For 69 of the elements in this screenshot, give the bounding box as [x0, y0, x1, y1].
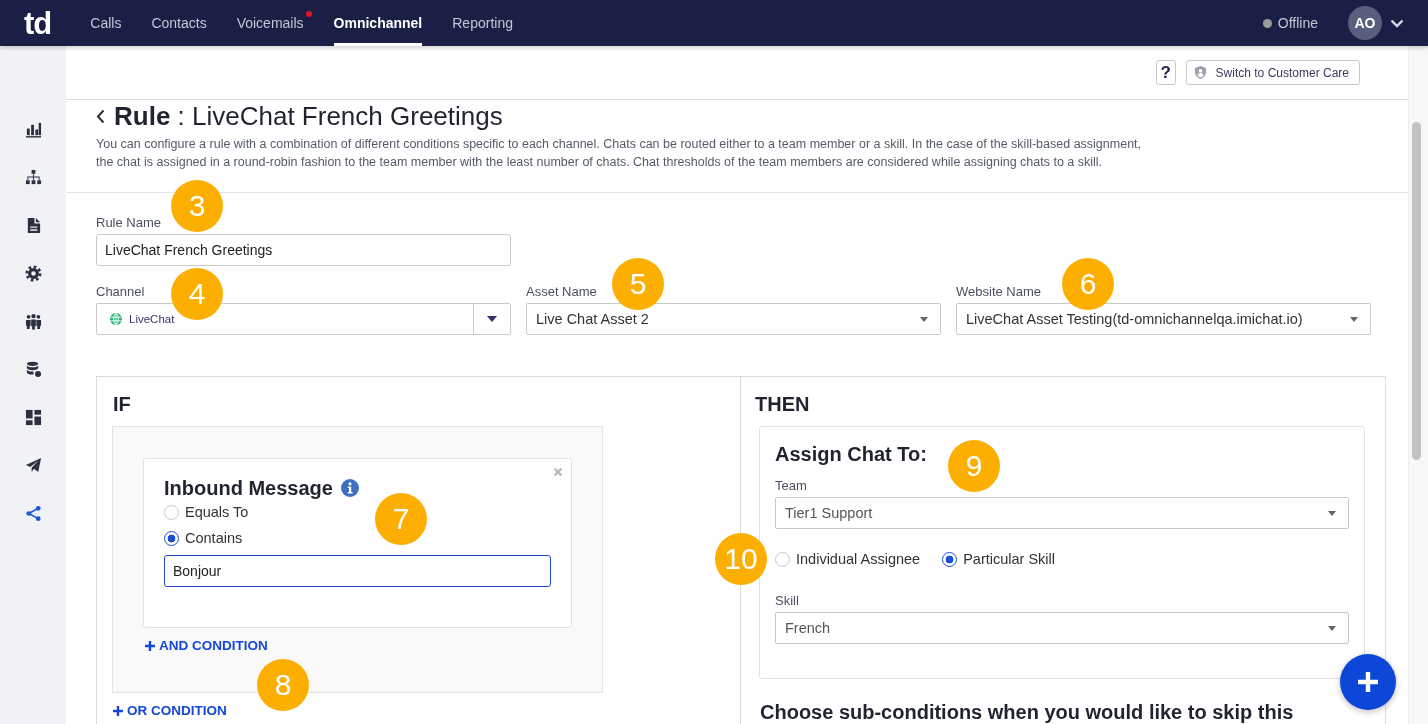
if-heading: IF	[113, 392, 131, 416]
bar-chart-icon[interactable]	[24, 120, 42, 138]
plus-icon	[1358, 672, 1378, 692]
then-heading: THEN	[755, 392, 810, 416]
scrollbar-thumb[interactable]	[1412, 122, 1421, 460]
radio-button[interactable]	[942, 551, 958, 567]
org-chart-icon[interactable]	[24, 168, 42, 186]
page-description: You can configure a rule with a combination of different conditions specific to each channel. Chats can be routed either to a team member or a skill. In the case of the skill-based assignment, the chat is assigned in a round-robin fashion to the team member with the least number of chats. Chat thresholds of the team members are considered while assigning chats to a skill.	[96, 136, 1143, 171]
field-label: Rule Name	[96, 215, 162, 231]
field-label: Website Name	[956, 284, 1041, 300]
nav-tab[interactable]: Voicemails	[236, 0, 304, 46]
back-icon[interactable]	[96, 108, 105, 124]
skill-select[interactable]: French	[775, 612, 1349, 644]
field-label: Team	[775, 478, 807, 494]
caret-icon	[487, 316, 497, 322]
asset-select[interactable]: Live Chat Asset 2	[526, 303, 941, 335]
shield-user-icon	[1194, 66, 1206, 79]
and-condition-link[interactable]: AND CONDITION	[145, 639, 268, 653]
step-marker: 10	[715, 533, 767, 585]
assign-title: Assign Chat To:	[775, 442, 927, 466]
caret-icon	[1328, 510, 1336, 516]
caret-icon	[1328, 625, 1336, 631]
scrollbar-track[interactable]	[1408, 46, 1428, 724]
step-marker: 6	[1062, 258, 1114, 310]
user-avatar[interactable]: AO	[1348, 6, 1382, 40]
dashboard-icon[interactable]	[24, 408, 42, 426]
nav-tab[interactable]: Omnichannel	[333, 0, 423, 46]
step-marker: 9	[948, 440, 1000, 492]
database-icon[interactable]	[24, 360, 42, 378]
plus-icon	[113, 706, 123, 716]
subconditions-heading: Choose sub-conditions when you would like to skip this	[760, 701, 1294, 723]
logo[interactable]: td	[24, 7, 52, 39]
field-label: Channel	[96, 284, 145, 300]
chevron-down-icon[interactable]	[1390, 18, 1404, 28]
nav-tab[interactable]: Contacts	[151, 0, 207, 46]
rule-name-input[interactable]: LiveChat French Greetings	[96, 234, 511, 266]
info-icon[interactable]	[340, 479, 359, 497]
add-button[interactable]	[1340, 654, 1396, 710]
option-label: Individual Assignee	[796, 551, 921, 567]
step-marker: 7	[375, 493, 427, 545]
or-condition-link[interactable]: OR CONDITION	[113, 704, 227, 718]
caret-icon	[920, 316, 928, 322]
step-marker: 3	[171, 180, 223, 232]
condition-input[interactable]: Bonjour	[164, 555, 551, 587]
step-marker: 5	[612, 258, 664, 310]
team-select[interactable]: Tier1 Support	[775, 497, 1349, 529]
radio-button[interactable]	[164, 530, 179, 546]
nav-tab[interactable]: Reporting	[452, 0, 513, 46]
switch-button[interactable]: Switch to Customer Care	[1185, 60, 1360, 85]
share-icon[interactable]	[24, 504, 42, 522]
page-title: Rule : LiveChat French Greetings	[114, 101, 503, 131]
option-label: Contains	[185, 530, 243, 546]
field-label: Skill	[775, 593, 799, 609]
caret-icon	[1350, 316, 1358, 322]
paper-plane-icon[interactable]	[24, 456, 42, 474]
settings-icon[interactable]	[24, 264, 42, 282]
website-select[interactable]: LiveChat Asset Testing(td-omnichannelqa.imichat.io)	[956, 303, 1371, 335]
status-label: Offline	[1277, 15, 1318, 31]
help-button[interactable]: ?	[1155, 60, 1176, 85]
field-label: Asset Name	[526, 284, 597, 300]
channel-select[interactable]: LiveChat	[96, 303, 511, 335]
option-label: Equals To	[185, 504, 249, 520]
globe-icon	[110, 313, 122, 325]
condition-title: Inbound Message	[164, 477, 333, 499]
option-label: Particular Skill	[963, 551, 1055, 567]
nav-tab[interactable]: Calls	[90, 0, 122, 46]
step-marker: 8	[257, 659, 309, 711]
plus-icon	[145, 641, 155, 651]
people-icon[interactable]	[24, 312, 42, 330]
